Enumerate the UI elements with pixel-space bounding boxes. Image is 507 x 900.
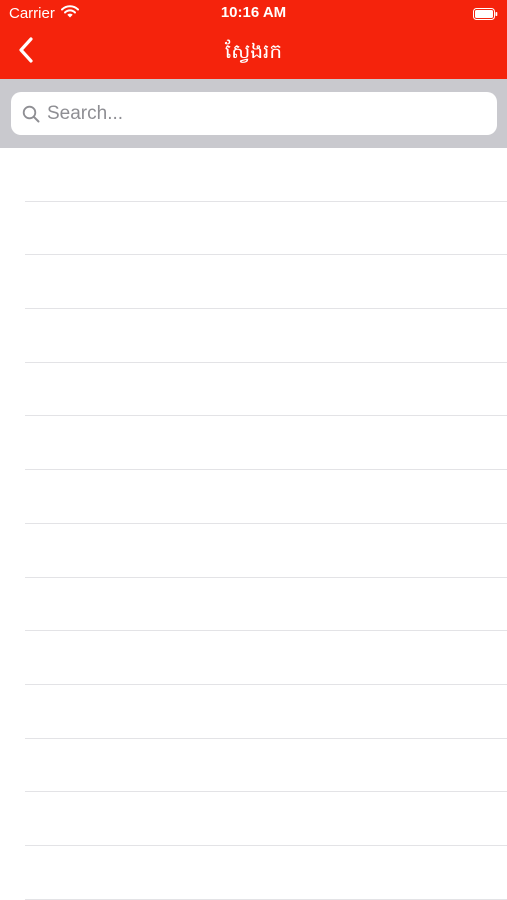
list-item[interactable]	[0, 416, 507, 470]
list-item[interactable]	[0, 202, 507, 256]
status-bar: Carrier 10:16 AM	[0, 0, 507, 26]
list-item[interactable]	[0, 578, 507, 632]
list-item[interactable]	[0, 524, 507, 578]
search-input[interactable]	[47, 102, 477, 125]
list-item[interactable]	[0, 309, 507, 363]
list-item[interactable]	[0, 846, 507, 900]
list-item[interactable]	[0, 363, 507, 417]
status-time: 10:16 AM	[220, 4, 287, 21]
header: Carrier 10:16 AM ស្វែងរក	[0, 0, 507, 79]
nav-bar: ស្វែងរក	[0, 26, 507, 79]
battery-icon	[473, 7, 498, 20]
results-list	[0, 148, 507, 900]
list-item[interactable]	[0, 148, 507, 202]
search-screen: Carrier 10:16 AM ស្វែងរក Search...	[0, 0, 507, 900]
list-item[interactable]	[0, 470, 507, 524]
list-item[interactable]	[0, 255, 507, 309]
list-item[interactable]	[0, 792, 507, 846]
page-title: ស្វែងរក	[224, 41, 283, 63]
search-bar-container	[0, 79, 507, 148]
search-box[interactable]	[11, 92, 497, 135]
search-icon	[21, 104, 41, 124]
list-item[interactable]	[0, 685, 507, 739]
list-item[interactable]	[0, 631, 507, 685]
list-item[interactable]	[0, 739, 507, 793]
